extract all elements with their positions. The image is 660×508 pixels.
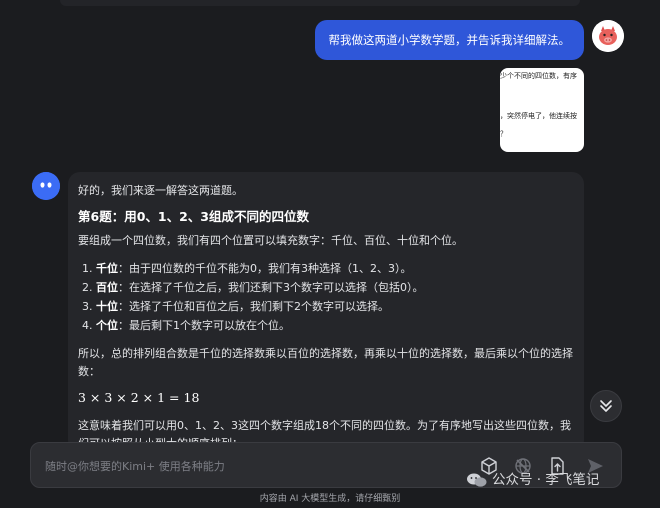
step-key: 百位 [96,281,118,294]
attached-image-thumbnail[interactable]: 少个不同的四位数，有序 ，突然停电了，他连续按 ？ [500,68,584,152]
step-item: 十位：选择了千位和百位之后，我们剩下2个数字可以选择。 [96,298,574,316]
answer-lead: 要组成一个四位数，我们有四个位置可以填充数字：千位、百位、十位和个位。 [78,234,463,247]
scroll-to-bottom-button[interactable] [590,390,622,422]
solution-steps-list: 千位：由于四位数的千位不能为0，我们有3种选择（1、2、3）。 百位：在选择了千… [78,260,574,335]
step-text: ：在选择了千位之后，我们还剩下3个数字可以选择（包括0）。 [118,281,424,294]
user-message-bubble: 帮我做这两道小学数学题，并告诉我详细解法。 [314,20,584,60]
step-item: 千位：由于四位数的千位不能为0，我们有3种选择（1、2、3）。 [96,260,574,278]
step-item: 百位：在选择了千位之后，我们还剩下3个数字可以选择（包括0）。 [96,279,574,297]
watermark-text: 公众号 · 李飞笔记 [492,472,600,488]
pig-avatar-icon [592,20,624,52]
ai-disclaimer: 内容由 AI 大模型生成，请仔细甄别 [259,494,401,504]
user-avatar[interactable] [592,20,624,52]
attachment-line: 少个不同的四位数，有序 [500,72,577,80]
step-text: ：最后剩下1个数字可以放在个位。 [118,319,290,332]
step-key: 十位 [96,300,118,313]
kimi-face-icon [32,172,60,200]
answer-summary: 所以，总的排列组合数是千位的选择数乘以百位的选择数，再乘以十位的选择数，最后乘以… [78,347,573,378]
chat-page: 帮我做这两道小学数学题，并告诉我详细解法。 少个不同的四位数，有序 ，突然停电了… [0,0,660,508]
kimi-avatar [32,172,60,200]
step-item: 个位：最后剩下1个数字可以放在个位。 [96,317,574,335]
chat-input[interactable] [43,453,427,479]
wechat-watermark: 公众号 · 李飞笔记 [466,468,599,488]
step-text: ：选择了千位和百位之后，我们剩下2个数字可以选择。 [118,300,389,313]
double-chevron-down-icon [600,400,612,412]
step-key: 千位 [96,262,118,275]
step-text: ：由于四位数的千位不能为0，我们有3种选择（1、2、3）。 [118,262,412,275]
answer-intro: 好的，我们来逐一解答这两道题。 [78,184,243,197]
answer-formula: 3 × 3 × 2 × 1 = 18 [78,390,200,405]
wechat-logo-icon [467,473,487,487]
attachment-line: ，突然停电了，他连续按 [500,112,577,120]
answer-title: 第6题：用0、1、2、3组成不同的四位数 [78,209,309,224]
previous-message-edge [60,0,580,6]
attachment-line: ？ [500,130,507,138]
assistant-answer-card: 好的，我们来逐一解答这两道题。 第6题：用0、1、2、3组成不同的四位数 要组成… [68,172,584,452]
step-key: 个位 [96,319,118,332]
